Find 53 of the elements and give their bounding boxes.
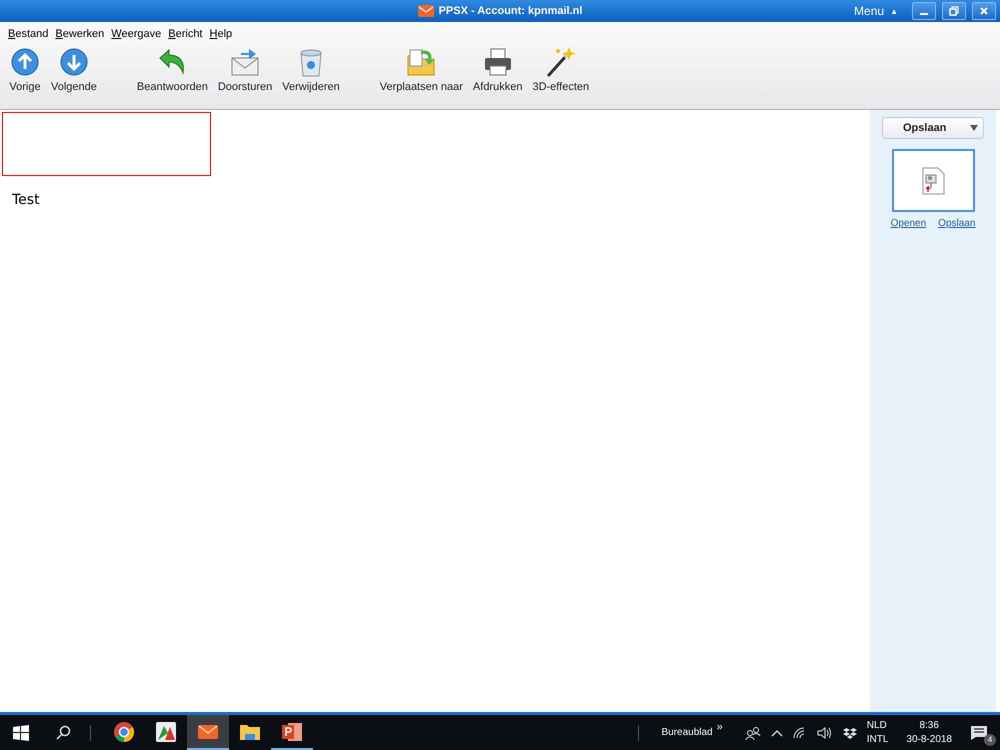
restore-icon bbox=[949, 6, 959, 16]
minimize-button[interactable] bbox=[912, 2, 936, 20]
menu-item[interactable]: Bericht bbox=[168, 28, 202, 40]
toolbar-button[interactable]: Doorsturen bbox=[214, 44, 276, 95]
toolbar-button[interactable]: Verwijderen bbox=[279, 44, 343, 95]
save-dropdown[interactable]: Opslaan bbox=[882, 117, 984, 139]
message-icon bbox=[970, 724, 988, 740]
toolbar-button[interactable]: Beantwoorden bbox=[134, 44, 211, 95]
window-title: PPSX - Account: kpnmail.nl bbox=[438, 5, 582, 17]
close-button[interactable] bbox=[972, 2, 996, 20]
photo-app-icon bbox=[155, 720, 177, 742]
close-icon bbox=[979, 6, 989, 16]
wifi-icon[interactable] bbox=[792, 726, 807, 738]
windows-icon bbox=[13, 724, 29, 740]
menu-button[interactable]: Menu bbox=[854, 4, 884, 18]
envelope-arrow-icon bbox=[229, 46, 262, 78]
attachment-thumbnail[interactable] bbox=[892, 149, 974, 212]
toolbar-button[interactable]: Volgende bbox=[48, 44, 100, 95]
arrow-up-icon bbox=[9, 46, 41, 78]
menu-item[interactable]: Weergave bbox=[111, 28, 162, 40]
clock-time[interactable]: 8:36 bbox=[919, 718, 939, 732]
envelope-icon bbox=[418, 5, 434, 17]
caret-icon[interactable] bbox=[770, 728, 783, 736]
toolbar-button[interactable]: Verplaatsen naar bbox=[376, 44, 466, 95]
menu-item[interactable]: Bestand bbox=[8, 28, 48, 40]
speaker-icon[interactable] bbox=[816, 726, 833, 738]
menu-item[interactable]: Bewerken bbox=[55, 28, 104, 40]
toolbar-chevron[interactable]: » bbox=[716, 720, 723, 732]
message-text: Test bbox=[12, 192, 40, 208]
dropbox-icon[interactable] bbox=[842, 726, 857, 738]
magic-wand-icon bbox=[544, 46, 577, 78]
toolbar-button[interactable]: 3D-effecten bbox=[529, 44, 592, 95]
people-icon[interactable] bbox=[744, 726, 761, 740]
toolbar-button[interactable]: Vorige bbox=[6, 44, 44, 95]
toolbar-label[interactable]: Bureaublad bbox=[661, 727, 713, 738]
menu-item[interactable]: Help bbox=[210, 28, 232, 40]
taskbar-app[interactable] bbox=[187, 715, 229, 750]
attachment-link[interactable]: Openen bbox=[890, 218, 926, 229]
language-indicator[interactable]: NLD bbox=[866, 718, 888, 732]
toolbar-button[interactable]: Afdrukken bbox=[470, 44, 526, 95]
notification-button[interactable]: 4 bbox=[970, 722, 994, 744]
minimize-icon bbox=[920, 13, 928, 15]
restore-button[interactable] bbox=[942, 2, 966, 20]
attachment-link[interactable]: Opslaan bbox=[938, 218, 976, 229]
caret-icon bbox=[970, 125, 978, 131]
arrow-down-icon bbox=[58, 46, 90, 78]
menu-arrow[interactable]: ▲ bbox=[890, 6, 898, 16]
keyboard-layout[interactable]: INTL bbox=[866, 732, 888, 746]
search-icon bbox=[55, 724, 71, 740]
notification-badge: 4 bbox=[984, 734, 996, 746]
presentation-app-icon bbox=[281, 720, 303, 742]
clock-date[interactable]: 30-8-2018 bbox=[906, 732, 952, 746]
browser-icon bbox=[113, 720, 135, 742]
